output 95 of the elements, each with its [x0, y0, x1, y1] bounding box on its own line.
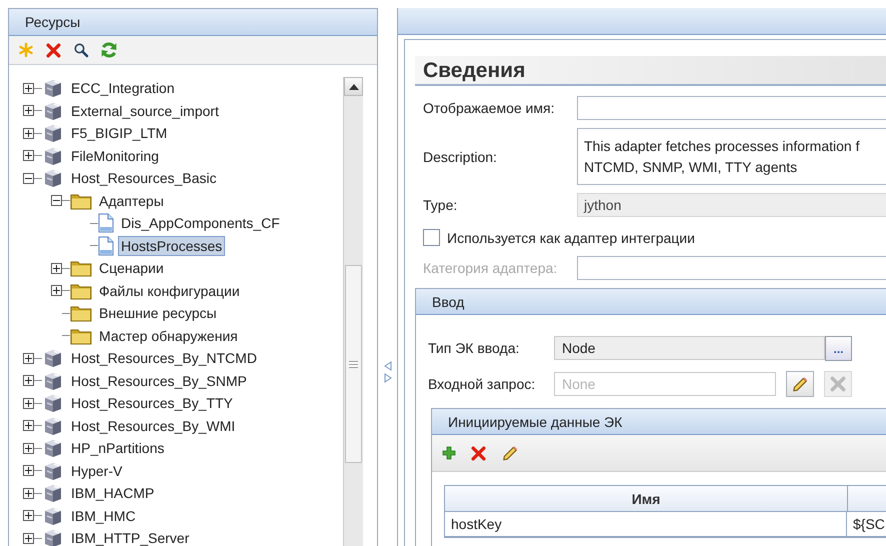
package-icon	[42, 370, 64, 391]
tree-item[interactable]: Hyper-V	[68, 460, 126, 481]
panel-title: Инициируемые данные ЭК	[448, 414, 622, 430]
pencil-icon[interactable]	[501, 444, 519, 462]
ci-type-field[interactable]: Node	[554, 336, 825, 360]
field-label: Отображаемое имя:	[423, 100, 556, 116]
field-label: Type:	[423, 197, 458, 213]
field-label: Description:	[423, 148, 498, 164]
folder-icon	[70, 192, 92, 210]
delete-icon[interactable]	[45, 42, 62, 58]
collapse-toggle[interactable]	[23, 172, 34, 184]
tree-item[interactable]: Host_Resources_Basic	[68, 168, 220, 188]
tree-item[interactable]: Host_Resources_By_WMI	[68, 416, 238, 436]
expand-toggle[interactable]	[51, 262, 62, 274]
tree-item[interactable]: Host_Resources_By_SNMP	[68, 370, 250, 391]
expand-toggle[interactable]	[23, 442, 34, 454]
tree-item[interactable]: Host_Resources_By_NTCMD	[68, 348, 260, 368]
tree-item[interactable]: IBM_HMC	[68, 506, 139, 526]
field-label: Входной запрос:	[428, 376, 536, 392]
scrollbar-thumb[interactable]	[345, 265, 362, 463]
file-icon	[98, 213, 114, 234]
expand-toggle[interactable]	[23, 128, 34, 139]
browse-button[interactable]: ...	[825, 336, 852, 360]
description-text: This adapter fetches processes information f	[584, 136, 860, 156]
package-icon	[42, 168, 64, 188]
expand-toggle[interactable]	[23, 420, 34, 432]
tree-item[interactable]: IBM_HACMP	[68, 483, 158, 504]
folder-icon	[70, 282, 92, 300]
package-icon	[42, 506, 64, 526]
field-label: Тип ЭК ввода:	[428, 340, 520, 356]
scrollbar[interactable]	[343, 77, 363, 546]
expand-toggle[interactable]	[23, 398, 34, 409]
checkbox[interactable]	[423, 229, 440, 246]
folder-icon	[70, 326, 92, 345]
add-icon[interactable]	[442, 446, 456, 460]
expand-toggle[interactable]	[23, 352, 34, 364]
description-field[interactable]: This adapter fetches processes information f NTCMD, SNMP, WMI, TTY agents	[577, 128, 886, 185]
search-icon[interactable]	[73, 42, 89, 58]
expand-toggle[interactable]	[23, 375, 34, 386]
tree-item[interactable]: Сценарии	[96, 258, 167, 278]
tree-item[interactable]: ECC_Integration	[68, 78, 178, 98]
expand-toggle[interactable]	[23, 465, 34, 476]
package-icon	[42, 438, 64, 458]
tree-item[interactable]: IBM_HTTP_Server	[68, 528, 192, 546]
display-name-field[interactable]	[577, 96, 886, 120]
package-icon	[42, 146, 64, 166]
adapter-category-field[interactable]	[577, 256, 886, 280]
tree-item[interactable]: Dis_AppComponents_CF	[118, 213, 283, 234]
clear-icon	[829, 375, 847, 393]
expand-toggle[interactable]	[51, 285, 62, 296]
file-icon	[98, 236, 114, 256]
expand-toggle[interactable]	[23, 532, 34, 544]
tree-item[interactable]: Адаптеры	[96, 190, 167, 211]
tree-item[interactable]: Файлы конфигурации	[96, 280, 243, 301]
collapse-left-icon[interactable]	[384, 361, 392, 371]
input-query-field[interactable]: None	[554, 372, 776, 396]
panel-title: Ресурсы	[25, 14, 80, 30]
expand-toggle[interactable]	[23, 82, 34, 94]
package-icon	[42, 78, 64, 98]
tree-item[interactable]: Host_Resources_By_TTY	[68, 393, 236, 414]
tree-item[interactable]: Внешние ресурсы	[96, 303, 220, 324]
collapse-toggle[interactable]	[51, 195, 62, 206]
checkbox-label: Используется как адаптер интеграции	[447, 230, 695, 246]
tree-item[interactable]: Мастер обнаружения	[96, 326, 241, 346]
field-label: Категория адаптера:	[423, 260, 558, 276]
package-icon	[42, 393, 64, 414]
package-icon	[42, 100, 64, 121]
package-icon	[42, 460, 64, 481]
description-text: NTCMD, SNMP, WMI, TTY agents	[584, 158, 798, 177]
column-header[interactable]: Имя	[445, 486, 848, 512]
edit-button[interactable]	[786, 371, 814, 397]
expand-toggle[interactable]	[23, 105, 34, 116]
package-icon	[42, 483, 64, 504]
tree-item[interactable]: HostsProcesses	[118, 236, 226, 256]
package-icon	[42, 348, 64, 368]
panel-title: Ввод	[432, 294, 464, 310]
folder-icon	[70, 304, 92, 322]
delete-icon[interactable]	[470, 444, 487, 462]
tree-item[interactable]: External_source_import	[68, 100, 222, 121]
expand-toggle[interactable]	[23, 150, 34, 162]
refresh-icon[interactable]	[100, 41, 118, 59]
package-icon	[42, 416, 64, 436]
expand-right-icon[interactable]	[384, 373, 392, 383]
tree-item[interactable]: F5_BIGIP_LTM	[68, 123, 170, 144]
folder-icon	[70, 259, 92, 278]
pencil-icon[interactable]	[791, 375, 809, 393]
package-icon	[42, 123, 64, 144]
expand-toggle[interactable]	[23, 488, 34, 499]
expand-toggle[interactable]	[23, 510, 34, 522]
section-heading: Сведения	[415, 56, 886, 86]
table-cell: ${SC	[847, 512, 886, 537]
tree-item[interactable]: FileMonitoring	[68, 146, 162, 166]
table-cell: hostKey	[445, 512, 847, 537]
scroll-up-button[interactable]	[344, 77, 363, 96]
tree-item[interactable]: HP_nPartitions	[68, 438, 168, 458]
